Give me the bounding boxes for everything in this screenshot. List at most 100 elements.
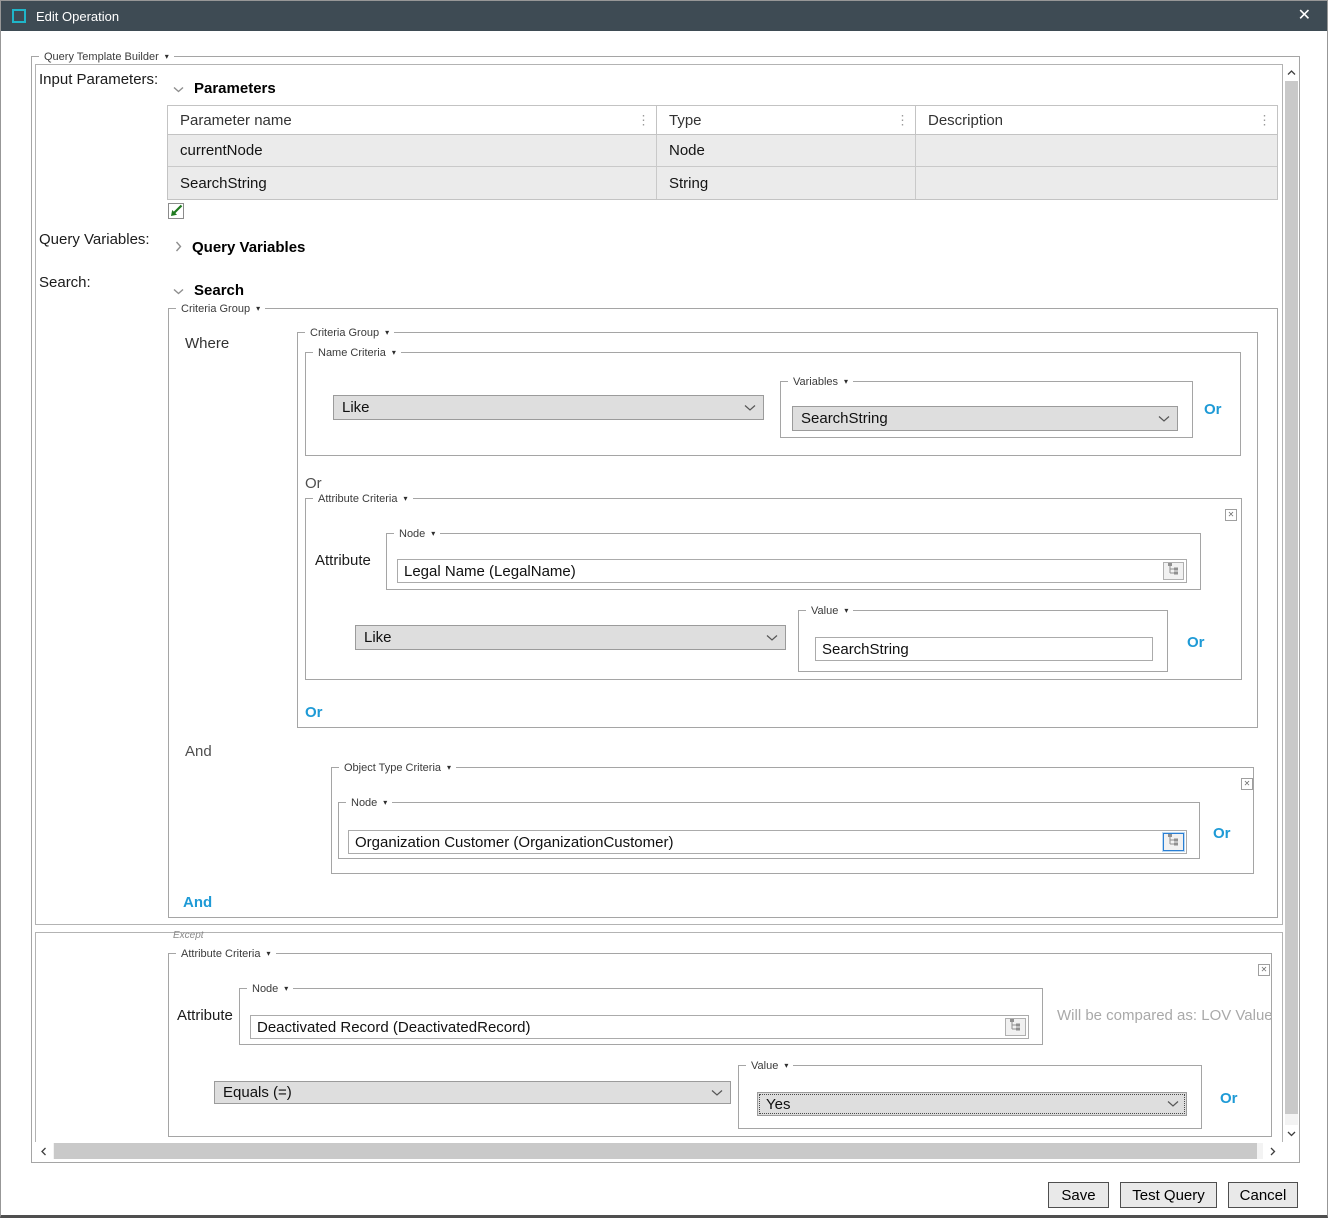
or-add-link[interactable]: Or bbox=[1213, 825, 1231, 842]
object-type-node-field[interactable]: Organization Customer (OrganizationCusto… bbox=[348, 830, 1187, 854]
column-menu-icon[interactable]: ⋮ bbox=[896, 114, 909, 127]
attribute-criteria-legend[interactable]: Attribute Criteria▾ bbox=[176, 946, 276, 962]
horizontal-scrollbar[interactable] bbox=[35, 1143, 1283, 1159]
test-query-button[interactable]: Test Query bbox=[1120, 1182, 1217, 1208]
variables-legend[interactable]: Variables▾ bbox=[788, 374, 853, 390]
legend-menu-icon: ▾ bbox=[844, 377, 848, 386]
cell-description[interactable] bbox=[916, 135, 1277, 166]
parameters-table-header: Parameter name ⋮ Type ⋮ Description ⋮ bbox=[168, 106, 1277, 135]
column-header-description[interactable]: Description ⋮ bbox=[916, 106, 1277, 134]
except-node-field[interactable]: Deactivated Record (DeactivatedRecord) bbox=[250, 1015, 1029, 1039]
column-header-type[interactable]: Type ⋮ bbox=[657, 106, 916, 134]
chevron-down-icon bbox=[744, 404, 756, 411]
remove-criteria-button[interactable]: ✕ bbox=[1241, 778, 1253, 790]
attribute-node-field[interactable]: Legal Name (LegalName) bbox=[397, 559, 1187, 583]
search-section-header[interactable]: Search bbox=[173, 282, 244, 299]
parameters-section-header[interactable]: Parameters bbox=[173, 80, 276, 97]
legend-menu-icon: ▾ bbox=[392, 348, 396, 357]
legend-menu-icon: ▾ bbox=[383, 798, 387, 807]
chevron-down-icon bbox=[173, 282, 184, 299]
node-picker-button[interactable] bbox=[1163, 833, 1184, 851]
node-picker-button[interactable] bbox=[1005, 1018, 1026, 1036]
close-icon[interactable]: ✕ bbox=[1298, 8, 1311, 24]
value-legend[interactable]: Value▾ bbox=[806, 603, 853, 619]
edit-operation-dialog: Edit Operation ✕ Query Template Builder▾… bbox=[0, 0, 1328, 1218]
chevron-down-icon bbox=[1158, 415, 1170, 422]
save-button[interactable]: Save bbox=[1048, 1182, 1109, 1208]
object-type-criteria-legend[interactable]: Object Type Criteria▾ bbox=[339, 760, 456, 776]
attribute-value-input[interactable]: SearchString bbox=[815, 637, 1153, 661]
column-menu-icon[interactable]: ⋮ bbox=[1258, 114, 1271, 127]
legend-menu-icon: ▾ bbox=[844, 606, 848, 615]
or-add-link[interactable]: Or bbox=[1220, 1090, 1238, 1107]
cell-parameter-name[interactable]: SearchString bbox=[168, 167, 657, 199]
name-operator-select[interactable]: Like bbox=[333, 395, 764, 420]
cancel-button[interactable]: Cancel bbox=[1228, 1182, 1298, 1208]
tree-icon bbox=[1009, 1018, 1022, 1036]
chevron-down-icon bbox=[1167, 1101, 1179, 1108]
attribute-label: Attribute bbox=[315, 552, 371, 569]
and-add-link[interactable]: And bbox=[183, 894, 212, 911]
tree-icon bbox=[1167, 833, 1180, 851]
variable-select[interactable]: SearchString bbox=[792, 406, 1178, 431]
except-value-select[interactable]: Yes bbox=[757, 1092, 1187, 1116]
legend-menu-icon: ▾ bbox=[256, 304, 260, 313]
attribute-operator-select[interactable]: Like bbox=[355, 625, 786, 650]
attribute-criteria-legend[interactable]: Attribute Criteria▾ bbox=[313, 491, 413, 507]
column-menu-icon[interactable]: ⋮ bbox=[637, 114, 650, 127]
tree-icon bbox=[1167, 562, 1180, 580]
legend-menu-icon: ▾ bbox=[403, 494, 407, 503]
value-legend[interactable]: Value▾ bbox=[746, 1058, 793, 1074]
column-header-parameter-name[interactable]: Parameter name ⋮ bbox=[168, 106, 657, 134]
title-bar: Edit Operation ✕ bbox=[1, 1, 1327, 31]
cell-type[interactable]: String bbox=[657, 167, 916, 199]
remove-criteria-button[interactable]: ✕ bbox=[1258, 964, 1270, 976]
except-label: Except bbox=[173, 930, 204, 941]
parameters-table: Parameter name ⋮ Type ⋮ Description ⋮ cu… bbox=[167, 105, 1278, 200]
or-separator-label: Or bbox=[305, 475, 322, 492]
or-add-link[interactable]: Or bbox=[1187, 634, 1205, 651]
table-row[interactable]: SearchString String bbox=[168, 167, 1277, 199]
add-parameter-row-icon[interactable] bbox=[167, 202, 185, 220]
cell-type[interactable]: Node bbox=[657, 135, 916, 166]
and-separator-label: And bbox=[185, 743, 212, 760]
chevron-down-icon bbox=[173, 80, 184, 97]
scroll-down-arrow[interactable] bbox=[1285, 1125, 1298, 1142]
node-legend[interactable]: Node▾ bbox=[346, 795, 392, 811]
legend-menu-icon: ▾ bbox=[784, 1061, 788, 1070]
attribute-label: Attribute bbox=[177, 1007, 233, 1024]
scroll-up-arrow[interactable] bbox=[1285, 64, 1298, 81]
node-legend[interactable]: Node▾ bbox=[394, 526, 440, 542]
vertical-scrollbar[interactable] bbox=[1285, 64, 1298, 1142]
cell-description[interactable] bbox=[916, 167, 1277, 199]
legend-menu-icon: ▾ bbox=[266, 949, 270, 958]
legend-menu-icon: ▾ bbox=[431, 529, 435, 538]
chevron-down-icon bbox=[766, 634, 778, 641]
window-title: Edit Operation bbox=[36, 9, 119, 24]
cell-parameter-name[interactable]: currentNode bbox=[168, 135, 657, 166]
or-add-link[interactable]: Or bbox=[1204, 401, 1222, 418]
table-row[interactable]: currentNode Node bbox=[168, 135, 1277, 167]
scroll-left-arrow[interactable] bbox=[35, 1143, 53, 1159]
query-variables-section-header[interactable]: Query Variables bbox=[175, 239, 305, 256]
name-criteria-legend[interactable]: Name Criteria▾ bbox=[313, 345, 401, 361]
vertical-scroll-thumb[interactable] bbox=[1285, 81, 1298, 1114]
legend-menu-icon: ▾ bbox=[385, 328, 389, 337]
compare-note: Will be compared as: LOV Value bbox=[1057, 1007, 1273, 1024]
search-label: Search: bbox=[39, 274, 91, 291]
horizontal-scroll-thumb[interactable] bbox=[54, 1143, 1257, 1159]
legend-menu-icon: ▾ bbox=[447, 763, 451, 772]
criteria-group-legend[interactable]: Criteria Group▾ bbox=[176, 301, 265, 317]
or-add-link[interactable]: Or bbox=[305, 704, 323, 721]
node-picker-button[interactable] bbox=[1163, 562, 1184, 580]
app-icon bbox=[12, 9, 26, 23]
criteria-group-legend[interactable]: Criteria Group▾ bbox=[305, 325, 394, 341]
chevron-right-icon bbox=[175, 239, 182, 256]
legend-menu-icon: ▾ bbox=[165, 52, 169, 61]
scroll-right-arrow[interactable] bbox=[1263, 1143, 1283, 1159]
node-legend[interactable]: Node▾ bbox=[247, 981, 293, 997]
query-template-builder-legend[interactable]: Query Template Builder▾ bbox=[39, 49, 174, 65]
query-variables-label: Query Variables: bbox=[39, 231, 150, 248]
remove-criteria-button[interactable]: ✕ bbox=[1225, 509, 1237, 521]
except-operator-select[interactable]: Equals (=) bbox=[214, 1081, 731, 1104]
